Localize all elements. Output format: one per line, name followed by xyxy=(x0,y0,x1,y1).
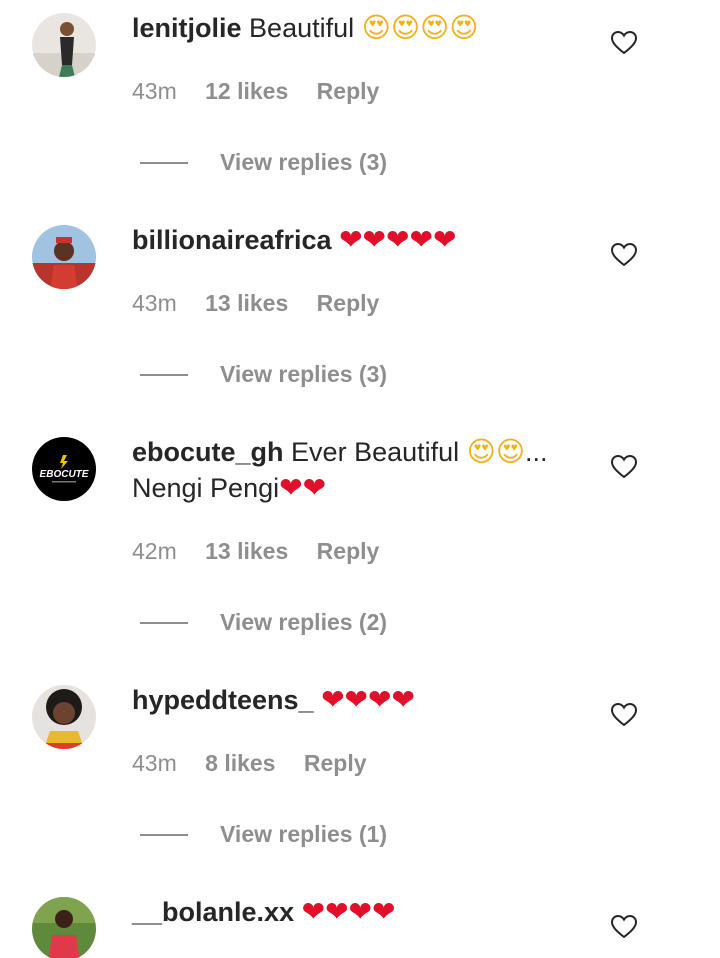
username-link[interactable]: billionaireafrica xyxy=(132,225,332,255)
red-heart-emoji: ❤❤❤❤ xyxy=(321,683,415,716)
likes-count[interactable]: 12 likes xyxy=(205,78,288,104)
heart-outline-icon[interactable] xyxy=(611,455,637,479)
comment-meta: 43m 8 likes Reply xyxy=(132,750,389,777)
timestamp: 43m xyxy=(132,290,177,316)
timestamp: 42m xyxy=(132,538,177,564)
heart-outline-icon[interactable] xyxy=(611,31,637,55)
heart-outline-icon[interactable] xyxy=(611,243,637,267)
view-replies-label[interactable]: View replies (2) xyxy=(220,607,387,637)
comment-text: __bolanle.xx ❤❤❤❤ xyxy=(132,894,572,930)
timestamp: 43m xyxy=(132,78,177,104)
heart-outline-icon[interactable] xyxy=(611,703,637,727)
comment-text: billionaireafrica ❤❤❤❤❤ xyxy=(132,222,572,258)
likes-count[interactable]: 13 likes xyxy=(205,538,288,564)
view-replies-label[interactable]: View replies (3) xyxy=(220,359,387,389)
comment-body: Beautiful xyxy=(249,13,355,43)
view-replies-label[interactable]: View replies (1) xyxy=(220,819,387,849)
comment-meta: 43m 12 likes Reply xyxy=(132,78,401,105)
comment-item: lenitjolie Beautiful 😍😍😍😍 43m 12 likes R… xyxy=(0,0,720,212)
comment-body-line2: Nengi Pengi xyxy=(132,473,280,503)
comment-item: billionaireafrica ❤❤❤❤❤ 43m 13 likes Rep… xyxy=(0,212,720,424)
username-link[interactable]: ebocute_gh xyxy=(132,437,284,467)
reply-button[interactable]: Reply xyxy=(317,538,380,564)
reply-button[interactable]: Reply xyxy=(317,290,380,316)
divider-line xyxy=(140,374,188,376)
view-replies-label[interactable]: View replies (3) xyxy=(220,147,387,177)
reply-button[interactable]: Reply xyxy=(317,78,380,104)
divider-line xyxy=(140,622,188,624)
comment-item: __bolanle.xx ❤❤❤❤ xyxy=(0,884,720,958)
heart-outline-icon[interactable] xyxy=(611,915,637,939)
username-link[interactable]: hypeddteens_ xyxy=(132,685,314,715)
comment-text: lenitjolie Beautiful 😍😍😍😍 xyxy=(132,10,572,46)
timestamp: 43m xyxy=(132,750,177,776)
avatar-logo-text: EBOCUTE xyxy=(40,469,89,480)
heart-eyes-emoji: 😍😍 xyxy=(466,435,526,468)
ellipsis-text: ... xyxy=(525,437,548,467)
avatar[interactable] xyxy=(32,225,96,289)
divider-line xyxy=(140,834,188,836)
likes-count[interactable]: 8 likes xyxy=(205,750,275,776)
avatar[interactable] xyxy=(32,13,96,77)
comment-item: EBOCUTE ebocute_gh Ever Beautiful 😍😍... … xyxy=(0,424,720,672)
comment-body: Ever Beautiful xyxy=(291,437,460,467)
heart-eyes-emoji: 😍😍😍😍 xyxy=(361,11,479,44)
likes-count[interactable]: 13 likes xyxy=(205,290,288,316)
reply-button[interactable]: Reply xyxy=(304,750,367,776)
username-link[interactable]: lenitjolie xyxy=(132,13,242,43)
avatar[interactable]: EBOCUTE xyxy=(32,437,96,501)
avatar[interactable] xyxy=(32,897,96,958)
comment-meta: 42m 13 likes Reply xyxy=(132,538,401,565)
avatar[interactable] xyxy=(32,685,96,749)
divider-line xyxy=(140,162,188,164)
comment-meta: 43m 13 likes Reply xyxy=(132,290,401,317)
comment-text: ebocute_gh Ever Beautiful 😍😍... Nengi Pe… xyxy=(132,434,572,506)
red-heart-emoji: ❤❤❤❤ xyxy=(301,895,396,928)
comment-item: hypeddteens_ ❤❤❤❤ 43m 8 likes Reply View… xyxy=(0,672,720,884)
red-heart-emoji: ❤❤ xyxy=(279,471,327,504)
red-heart-emoji: ❤❤❤❤❤ xyxy=(339,223,457,256)
username-link[interactable]: __bolanle.xx xyxy=(132,897,294,927)
comment-text: hypeddteens_ ❤❤❤❤ xyxy=(132,682,572,718)
